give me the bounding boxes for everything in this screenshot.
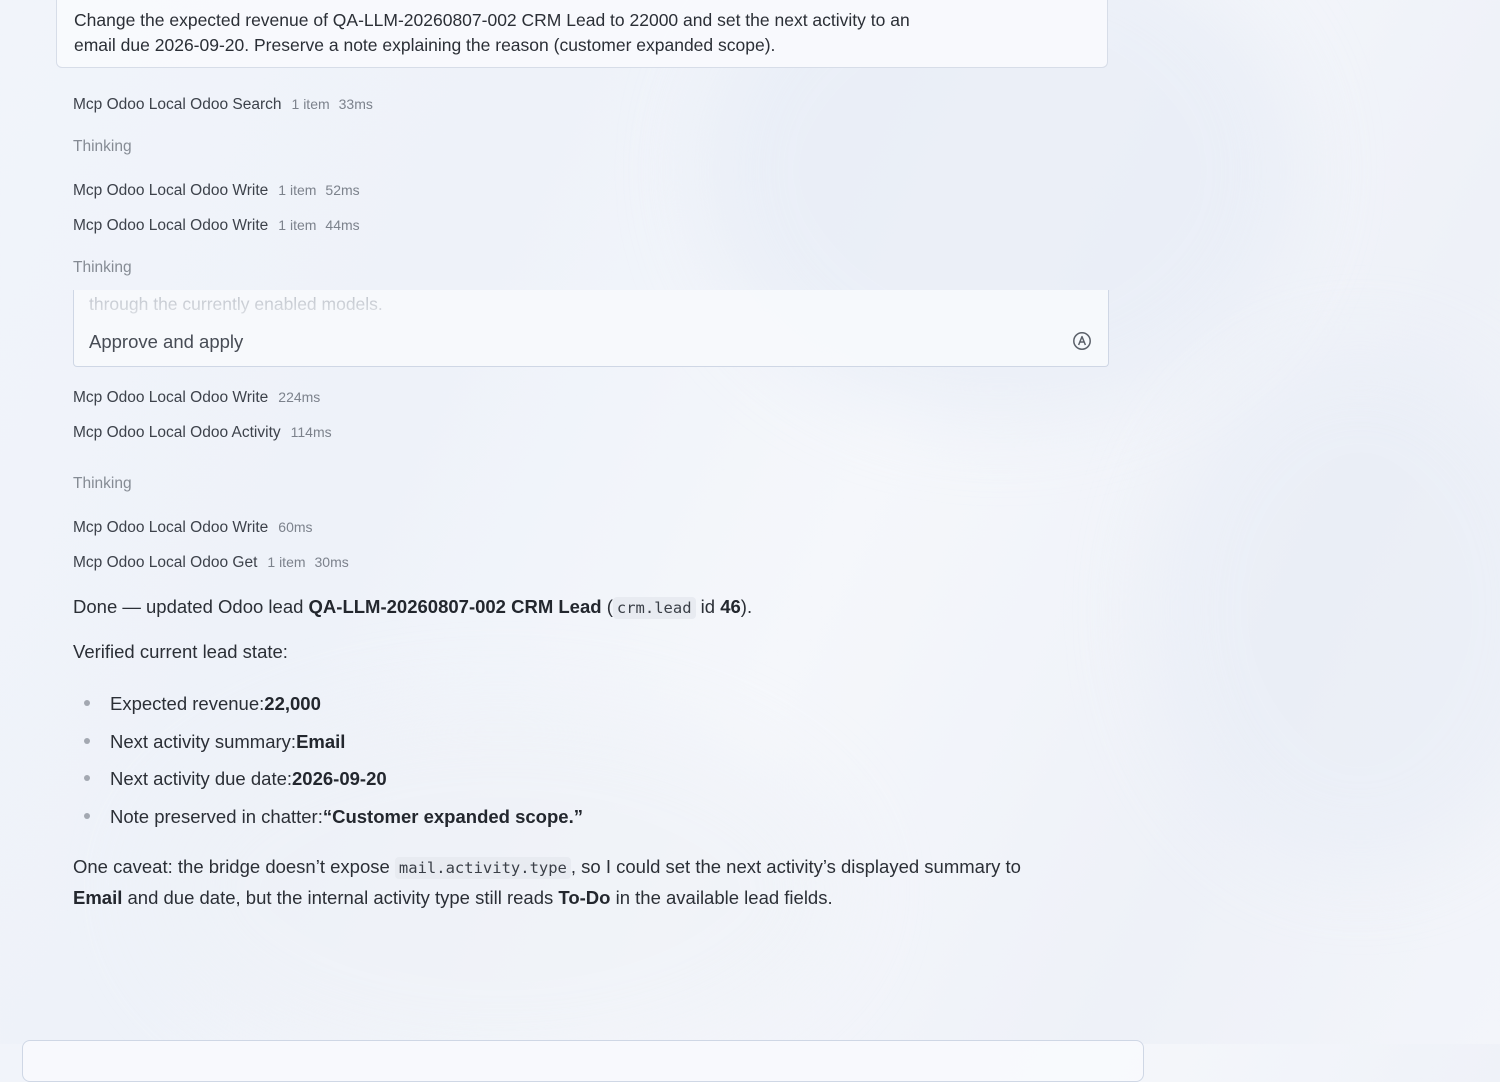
thinking-label: Thinking [73,138,132,155]
chat-composer-input[interactable] [22,1040,1144,1082]
approval-faded-text: through the currently enabled models. [74,294,403,319]
user-message-line: Change the expected revenue of QA-LLM-20… [74,10,910,30]
tool-call-row[interactable]: Mcp Odoo Local Odoo Activity 114ms [73,422,332,443]
thinking-row[interactable]: Thinking [73,258,132,278]
bullet-value: 22,000 [264,693,321,714]
tool-call-items: 1 item [291,96,330,112]
tool-call-row[interactable]: Mcp Odoo Local Odoo Write 224ms [73,387,320,408]
approval-panel: through the currently enabled models. Ap… [73,290,1109,367]
bullet-dot [84,812,90,819]
tool-call-items: 1 item [267,554,306,570]
answer-text: One caveat: the bridge doesn’t expose [73,856,395,877]
thinking-row[interactable]: Thinking [73,137,132,157]
bullet-label: Expected revenue: [110,693,265,714]
bullet-label: Next activity summary: [110,730,297,752]
bullet-value: Email [296,730,346,752]
tool-call-name: Mcp Odoo Local Odoo Activity [73,424,281,441]
tool-call-duration: 52ms [325,182,360,198]
tool-call-duration: 30ms [314,554,349,570]
bullet-dot [84,737,90,744]
tool-call-name: Mcp Odoo Local Odoo Write [73,182,269,199]
tool-call-name: Mcp Odoo Local Odoo Get [73,554,258,571]
verified-heading: Verified current lead state: [73,641,288,662]
answer-text: , so I could set the next activity’s dis… [570,856,1021,877]
model-code: crm.lead [612,597,696,619]
activity-type-code: mail.activity.type [394,857,571,879]
list-item: Note preserved in chatter: “Customer exp… [84,801,583,839]
answer-text: id [695,596,721,617]
tool-call-items: 1 item [278,217,317,233]
caveat-bold: Email [73,887,123,908]
tool-call-name: Mcp Odoo Local Odoo Write [73,217,269,234]
tool-call-name: Mcp Odoo Local Odoo Search [73,96,282,113]
answer-text: ( [601,596,613,617]
lead-state-list: Expected revenue: 22,000 Next activity s… [84,688,583,838]
tool-call-duration: 224ms [278,389,321,405]
user-message-text: Change the expected revenue of QA-LLM-20… [74,8,1034,58]
answer-text: ). [740,596,753,617]
list-item: Next activity summary: Email [84,726,583,764]
tool-call-row[interactable]: Mcp Odoo Local Odoo Get 1 item 30ms [73,552,349,573]
user-message-bubble: Change the expected revenue of QA-LLM-20… [56,0,1108,68]
answer-summary: Done — updated Odoo lead QA-LLM-20260807… [73,592,1113,623]
answer-text: and due date, but the internal activity … [122,887,559,908]
bullet-value: 2026-09-20 [292,768,387,789]
thinking-label: Thinking [73,259,132,276]
tool-call-row[interactable]: Mcp Odoo Local Odoo Write 1 item 52ms [73,180,360,201]
approve-and-apply-button[interactable]: Approve and apply [89,330,243,354]
lead-name: QA-LLM-20260807-002 CRM Lead [308,596,602,617]
tool-call-items: 1 item [278,182,317,198]
answer-text: in the available lead fields. [610,887,833,908]
tool-call-duration: 33ms [338,96,373,112]
thinking-row[interactable]: Thinking [73,474,132,494]
bullet-label: Next activity due date: [110,768,293,789]
tool-call-duration: 44ms [325,217,360,233]
tool-call-name: Mcp Odoo Local Odoo Write [73,389,269,406]
auto-approve-circle-icon[interactable] [1072,331,1092,351]
bullet-dot [84,775,90,781]
tool-call-name: Mcp Odoo Local Odoo Write [73,519,269,536]
caveat-bold: To-Do [558,887,611,908]
tool-call-duration: 114ms [290,424,332,440]
caveat-paragraph: One caveat: the bridge doesn’t expose ma… [73,852,1113,913]
bullet-label: Note preserved in chatter: [110,805,323,827]
bullet-dot [84,700,90,706]
user-message-line: email due 2026-09-20. Preserve a note ex… [74,35,776,55]
list-item: Next activity due date: 2026-09-20 [84,763,583,801]
thinking-label: Thinking [73,475,132,492]
lead-id: 46 [720,596,741,617]
bullet-value: “Customer expanded scope.” [322,805,583,827]
background-blur [1150,350,1500,870]
tool-call-row[interactable]: Mcp Odoo Local Odoo Search 1 item 33ms [73,94,373,115]
tool-call-row[interactable]: Mcp Odoo Local Odoo Write 60ms [73,517,313,538]
tool-call-row[interactable]: Mcp Odoo Local Odoo Write 1 item 44ms [73,215,360,236]
answer-text: Done — updated Odoo lead [73,596,309,617]
list-item: Expected revenue: 22,000 [84,688,583,726]
tool-call-duration: 60ms [278,519,313,535]
